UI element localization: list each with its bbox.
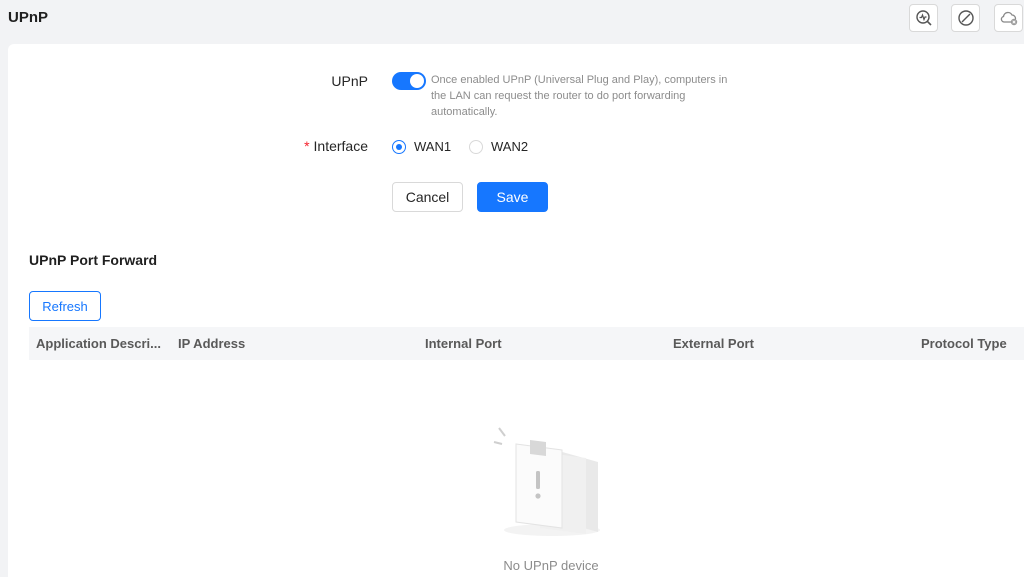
empty-state-icon (493, 427, 600, 536)
cancel-button[interactable]: Cancel (392, 182, 463, 212)
section-title: UPnP Port Forward (29, 252, 158, 268)
table-header: Application Descri... IP Address Interna… (29, 327, 1024, 360)
interface-label-text: Interface (313, 138, 368, 154)
diagnose-button[interactable] (909, 4, 938, 32)
column-header-external-port[interactable]: External Port (673, 336, 754, 351)
radio-wan2[interactable]: WAN2 (469, 139, 528, 154)
interface-label: * Interface (268, 138, 368, 154)
upnp-description: Once enabled UPnP (Universal Plug and Pl… (431, 74, 728, 118)
radio-wan1-label: WAN1 (414, 139, 452, 154)
radio-wan1[interactable]: WAN1 (392, 139, 451, 154)
block-icon (957, 10, 974, 26)
upnp-toggle[interactable] (392, 72, 426, 90)
diagnose-icon (915, 10, 932, 26)
save-button[interactable]: Save (477, 182, 548, 212)
cloud-disconnected-icon (1000, 11, 1017, 26)
required-marker: * (304, 138, 310, 154)
main-card: UPnP Once enabled UPnP (Universal Plug a… (8, 44, 1024, 577)
radio-wan2-circle[interactable] (469, 139, 483, 154)
block-button[interactable] (951, 4, 980, 32)
radio-wan1-circle[interactable] (392, 139, 406, 154)
column-header-application-description[interactable]: Application Descri... (36, 336, 161, 351)
cloud-status-button[interactable] (994, 4, 1023, 32)
page-title: UPnP (8, 9, 49, 26)
toggle-knob (410, 74, 424, 88)
refresh-button[interactable]: Refresh (29, 291, 101, 321)
column-header-internal-port[interactable]: Internal Port (425, 336, 502, 351)
column-header-ip-address[interactable]: IP Address (178, 336, 245, 351)
top-bar: UPnP (0, 0, 1024, 44)
empty-state-text: No UPnP device (503, 558, 599, 573)
upnp-label: UPnP (331, 73, 368, 89)
radio-wan2-label: WAN2 (491, 139, 529, 154)
column-header-protocol-type[interactable]: Protocol Type (921, 336, 1007, 351)
